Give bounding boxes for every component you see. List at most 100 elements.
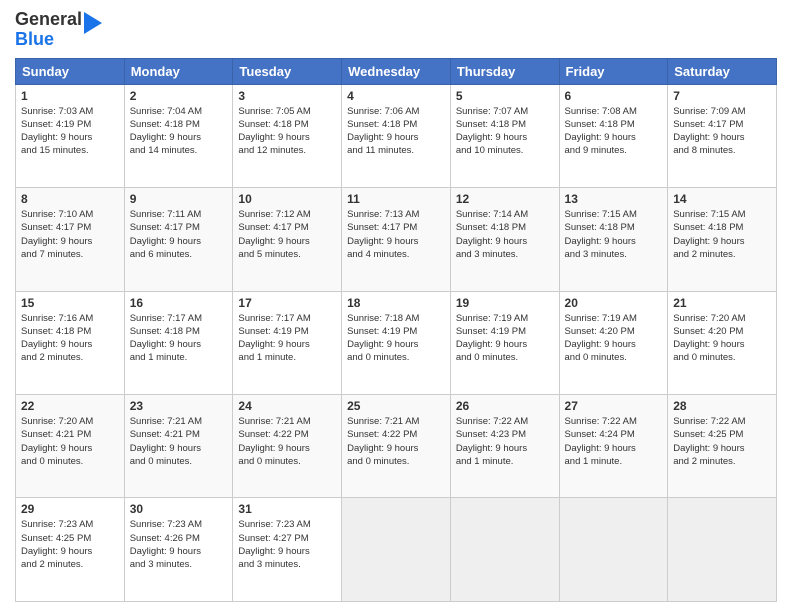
calendar-cell-day-5: 5 Sunrise: 7:07 AM Sunset: 4:18 PM Daylig… bbox=[450, 84, 559, 187]
day-info: Sunrise: 7:16 AM Sunset: 4:18 PM Dayligh… bbox=[21, 312, 119, 365]
day-info: Sunrise: 7:21 AM Sunset: 4:21 PM Dayligh… bbox=[130, 415, 228, 468]
day-info: Sunrise: 7:17 AM Sunset: 4:18 PM Dayligh… bbox=[130, 312, 228, 365]
day-info: Sunrise: 7:22 AM Sunset: 4:23 PM Dayligh… bbox=[456, 415, 554, 468]
calendar-cell-day-18: 18Sunrise: 7:18 AM Sunset: 4:19 PM Dayli… bbox=[342, 291, 451, 394]
day-number: 13 bbox=[565, 192, 663, 206]
calendar-cell-day-27: 27 Sunrise: 7:22 AM Sunset: 4:24 PM Dayli… bbox=[559, 395, 668, 498]
column-header-wednesday: Wednesday bbox=[342, 58, 451, 84]
day-info: Sunrise: 7:13 AM Sunset: 4:17 PM Dayligh… bbox=[347, 208, 445, 261]
day-info: Sunrise: 7:07 AM Sunset: 4:18 PM Dayligh… bbox=[456, 105, 554, 158]
empty-cell bbox=[342, 498, 451, 602]
day-info: Sunrise: 7:06 AM Sunset: 4:18 PM Dayligh… bbox=[347, 105, 445, 158]
calendar-cell-day-31: 31Sunrise: 7:23 AM Sunset: 4:27 PM Dayli… bbox=[233, 498, 342, 602]
calendar-cell-day-23: 23 Sunrise: 7:21 AM Sunset: 4:21 PM Dayli… bbox=[124, 395, 233, 498]
calendar-week-row: 22Sunrise: 7:20 AM Sunset: 4:21 PM Dayli… bbox=[16, 395, 777, 498]
day-info: Sunrise: 7:09 AM Sunset: 4:17 PM Dayligh… bbox=[673, 105, 771, 158]
calendar-cell-day-29: 29 Sunrise: 7:23 AM Sunset: 4:25 PM Dayli… bbox=[16, 498, 125, 602]
day-number: 2 bbox=[130, 89, 228, 103]
day-number: 19 bbox=[456, 296, 554, 310]
day-number: 26 bbox=[456, 399, 554, 413]
day-number: 10 bbox=[238, 192, 336, 206]
day-info: Sunrise: 7:04 AM Sunset: 4:18 PM Dayligh… bbox=[130, 105, 228, 158]
day-number: 27 bbox=[565, 399, 663, 413]
day-info: Sunrise: 7:05 AM Sunset: 4:18 PM Dayligh… bbox=[238, 105, 336, 158]
calendar-cell-day-24: 24 Sunrise: 7:21 AM Sunset: 4:22 PM Dayli… bbox=[233, 395, 342, 498]
day-number: 7 bbox=[673, 89, 771, 103]
calendar-cell-day-10: 10 Sunrise: 7:12 AM Sunset: 4:17 PM Dayli… bbox=[233, 188, 342, 291]
calendar-cell-day-8: 8 Sunrise: 7:10 AM Sunset: 4:17 PM Daylig… bbox=[16, 188, 125, 291]
header-row: SundayMondayTuesdayWednesdayThursdayFrid… bbox=[16, 58, 777, 84]
day-info: Sunrise: 7:21 AM Sunset: 4:22 PM Dayligh… bbox=[347, 415, 445, 468]
calendar-week-row: 8 Sunrise: 7:10 AM Sunset: 4:17 PM Daylig… bbox=[16, 188, 777, 291]
page: GeneralBlue SundayMondayTuesdayWednesday… bbox=[0, 0, 792, 612]
column-header-tuesday: Tuesday bbox=[233, 58, 342, 84]
calendar-cell-day-3: 3Sunrise: 7:05 AM Sunset: 4:18 PM Daylig… bbox=[233, 84, 342, 187]
calendar-cell-day-21: 21 Sunrise: 7:20 AM Sunset: 4:20 PM Dayli… bbox=[668, 291, 777, 394]
calendar-cell-day-7: 7 Sunrise: 7:09 AM Sunset: 4:17 PM Daylig… bbox=[668, 84, 777, 187]
day-number: 29 bbox=[21, 502, 119, 516]
day-info: Sunrise: 7:19 AM Sunset: 4:19 PM Dayligh… bbox=[456, 312, 554, 365]
calendar-cell-day-12: 12Sunrise: 7:14 AM Sunset: 4:18 PM Dayli… bbox=[450, 188, 559, 291]
day-info: Sunrise: 7:12 AM Sunset: 4:17 PM Dayligh… bbox=[238, 208, 336, 261]
day-info: Sunrise: 7:03 AM Sunset: 4:19 PM Dayligh… bbox=[21, 105, 119, 158]
calendar-cell-day-25: 25 Sunrise: 7:21 AM Sunset: 4:22 PM Dayli… bbox=[342, 395, 451, 498]
day-number: 12 bbox=[456, 192, 554, 206]
day-info: Sunrise: 7:11 AM Sunset: 4:17 PM Dayligh… bbox=[130, 208, 228, 261]
day-number: 21 bbox=[673, 296, 771, 310]
day-number: 17 bbox=[238, 296, 336, 310]
day-number: 9 bbox=[130, 192, 228, 206]
day-number: 14 bbox=[673, 192, 771, 206]
column-header-thursday: Thursday bbox=[450, 58, 559, 84]
day-number: 6 bbox=[565, 89, 663, 103]
calendar-cell-day-9: 9 Sunrise: 7:11 AM Sunset: 4:17 PM Daylig… bbox=[124, 188, 233, 291]
day-number: 1 bbox=[21, 89, 119, 103]
column-header-monday: Monday bbox=[124, 58, 233, 84]
calendar-week-row: 15 Sunrise: 7:16 AM Sunset: 4:18 PM Dayli… bbox=[16, 291, 777, 394]
day-info: Sunrise: 7:19 AM Sunset: 4:20 PM Dayligh… bbox=[565, 312, 663, 365]
calendar-cell-day-26: 26 Sunrise: 7:22 AM Sunset: 4:23 PM Dayli… bbox=[450, 395, 559, 498]
day-info: Sunrise: 7:15 AM Sunset: 4:18 PM Dayligh… bbox=[673, 208, 771, 261]
day-number: 15 bbox=[21, 296, 119, 310]
day-info: Sunrise: 7:23 AM Sunset: 4:26 PM Dayligh… bbox=[130, 518, 228, 571]
calendar-week-row: 29 Sunrise: 7:23 AM Sunset: 4:25 PM Dayli… bbox=[16, 498, 777, 602]
day-number: 16 bbox=[130, 296, 228, 310]
calendar-cell-day-30: 30 Sunrise: 7:23 AM Sunset: 4:26 PM Dayli… bbox=[124, 498, 233, 602]
day-number: 23 bbox=[130, 399, 228, 413]
day-info: Sunrise: 7:08 AM Sunset: 4:18 PM Dayligh… bbox=[565, 105, 663, 158]
day-info: Sunrise: 7:15 AM Sunset: 4:18 PM Dayligh… bbox=[565, 208, 663, 261]
calendar-cell-day-28: 28Sunrise: 7:22 AM Sunset: 4:25 PM Dayli… bbox=[668, 395, 777, 498]
column-header-sunday: Sunday bbox=[16, 58, 125, 84]
day-info: Sunrise: 7:17 AM Sunset: 4:19 PM Dayligh… bbox=[238, 312, 336, 365]
day-info: Sunrise: 7:10 AM Sunset: 4:17 PM Dayligh… bbox=[21, 208, 119, 261]
day-number: 8 bbox=[21, 192, 119, 206]
day-number: 11 bbox=[347, 192, 445, 206]
day-info: Sunrise: 7:23 AM Sunset: 4:25 PM Dayligh… bbox=[21, 518, 119, 571]
calendar-cell-day-20: 20 Sunrise: 7:19 AM Sunset: 4:20 PM Dayli… bbox=[559, 291, 668, 394]
day-info: Sunrise: 7:20 AM Sunset: 4:20 PM Dayligh… bbox=[673, 312, 771, 365]
calendar-cell-day-14: 14 Sunrise: 7:15 AM Sunset: 4:18 PM Dayli… bbox=[668, 188, 777, 291]
logo-text: GeneralBlue bbox=[15, 10, 82, 50]
day-number: 25 bbox=[347, 399, 445, 413]
calendar-cell-day-1: 1 Sunrise: 7:03 AM Sunset: 4:19 PM Daylig… bbox=[16, 84, 125, 187]
day-info: Sunrise: 7:22 AM Sunset: 4:24 PM Dayligh… bbox=[565, 415, 663, 468]
calendar-cell-day-4: 4Sunrise: 7:06 AM Sunset: 4:18 PM Daylig… bbox=[342, 84, 451, 187]
empty-cell bbox=[559, 498, 668, 602]
column-header-friday: Friday bbox=[559, 58, 668, 84]
calendar-cell-day-6: 6 Sunrise: 7:08 AM Sunset: 4:18 PM Daylig… bbox=[559, 84, 668, 187]
day-number: 18 bbox=[347, 296, 445, 310]
calendar-cell-day-15: 15 Sunrise: 7:16 AM Sunset: 4:18 PM Dayli… bbox=[16, 291, 125, 394]
empty-cell bbox=[450, 498, 559, 602]
day-info: Sunrise: 7:20 AM Sunset: 4:21 PM Dayligh… bbox=[21, 415, 119, 468]
calendar-cell-day-13: 13 Sunrise: 7:15 AM Sunset: 4:18 PM Dayli… bbox=[559, 188, 668, 291]
calendar-cell-day-16: 16 Sunrise: 7:17 AM Sunset: 4:18 PM Dayli… bbox=[124, 291, 233, 394]
header: GeneralBlue bbox=[15, 10, 777, 50]
calendar-cell-day-2: 2 Sunrise: 7:04 AM Sunset: 4:18 PM Daylig… bbox=[124, 84, 233, 187]
day-number: 24 bbox=[238, 399, 336, 413]
day-number: 5 bbox=[456, 89, 554, 103]
day-number: 20 bbox=[565, 296, 663, 310]
day-info: Sunrise: 7:23 AM Sunset: 4:27 PM Dayligh… bbox=[238, 518, 336, 571]
day-info: Sunrise: 7:21 AM Sunset: 4:22 PM Dayligh… bbox=[238, 415, 336, 468]
calendar-cell-day-22: 22Sunrise: 7:20 AM Sunset: 4:21 PM Dayli… bbox=[16, 395, 125, 498]
day-number: 30 bbox=[130, 502, 228, 516]
empty-cell bbox=[668, 498, 777, 602]
